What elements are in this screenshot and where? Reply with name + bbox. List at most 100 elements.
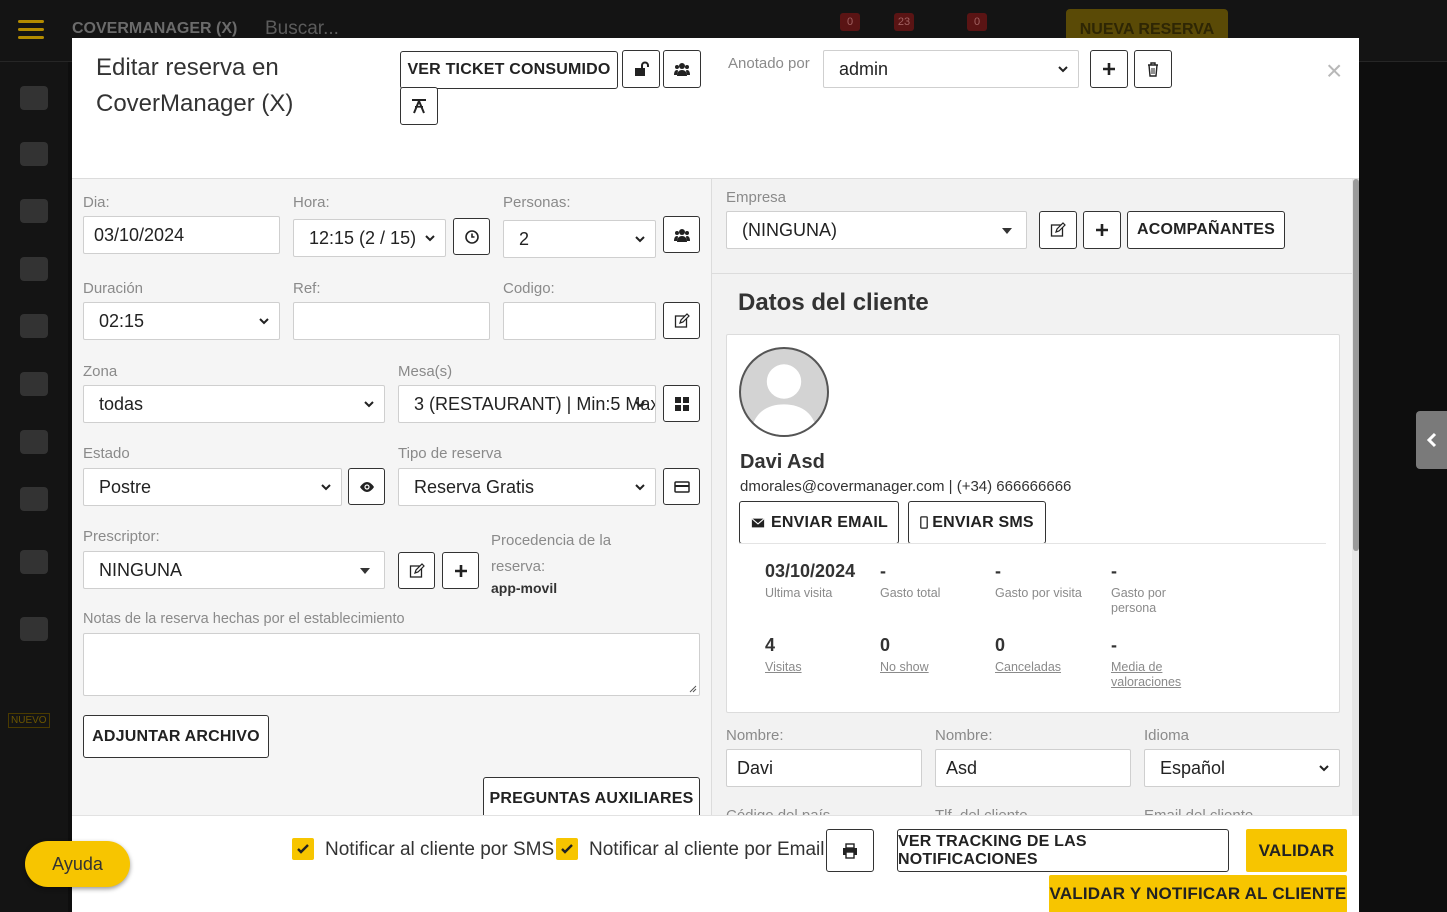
add-company-button[interactable]: [1083, 211, 1121, 249]
auxiliary-questions-button[interactable]: PREGUNTAS AUXILIARES: [483, 777, 700, 820]
hamburger-menu-icon[interactable]: [18, 20, 44, 40]
prescriber-select[interactable]: NINGUNA: [83, 551, 385, 589]
zone-value: todas: [99, 393, 144, 414]
time-picker-button[interactable]: [453, 218, 490, 255]
send-email-button[interactable]: ENVIAR EMAIL: [739, 501, 899, 544]
add-prescriber-button[interactable]: [442, 552, 479, 589]
validate-and-notify-button[interactable]: VALIDAR Y NOTIFICAR AL CLIENTE: [1049, 875, 1347, 912]
notify-sms-checkbox[interactable]: [292, 838, 314, 860]
view-consumed-ticket-button[interactable]: VER TICKET CONSUMIDO: [400, 51, 618, 89]
cloche-icon[interactable]: [20, 430, 48, 454]
delete-annotator-button[interactable]: [1134, 50, 1172, 88]
grid-icon: [674, 396, 689, 411]
table-icon[interactable]: [20, 487, 48, 511]
unlock-button[interactable]: [622, 50, 660, 88]
stat-label: Gasto por persona: [1111, 586, 1166, 615]
stat-label: Gasto por visita: [995, 586, 1082, 600]
credit-card-icon: [673, 480, 690, 493]
cancelled-link[interactable]: Canceladas: [995, 660, 1095, 675]
notify-sms-label[interactable]: Notificar al cliente por SMS: [325, 839, 554, 861]
ratings-link[interactable]: Media de valoraciones: [1111, 660, 1196, 690]
zone-select[interactable]: todas: [83, 385, 385, 423]
gamepad-icon[interactable]: [20, 550, 48, 574]
people-group-button[interactable]: [663, 216, 700, 253]
global-search-input[interactable]: Buscar...: [265, 18, 339, 40]
edit-company-button[interactable]: [1039, 211, 1077, 249]
visits-link[interactable]: Visitas: [765, 660, 865, 675]
companions-button[interactable]: ACOMPAÑANTES: [1127, 211, 1285, 249]
printer-icon: [843, 842, 857, 859]
side-panel-toggle[interactable]: [1416, 411, 1447, 469]
caret-down-icon: [1002, 228, 1012, 234]
duration-select[interactable]: 02:15: [83, 302, 280, 340]
plus-icon: [1096, 224, 1108, 236]
tables-grid-button[interactable]: [663, 385, 700, 422]
edit-prescriber-button[interactable]: [398, 552, 435, 589]
ref-input[interactable]: [293, 302, 490, 340]
print-button[interactable]: [826, 829, 874, 872]
status-label: Estado: [83, 445, 130, 462]
first-name-input[interactable]: Davi: [726, 749, 922, 787]
payment-card-button[interactable]: [663, 468, 700, 505]
company-select[interactable]: (NINGUNA): [726, 211, 1027, 249]
stat-ratings: - Media de valoraciones: [1111, 635, 1196, 690]
scrollbar[interactable]: [1352, 179, 1359, 815]
duration-value: 02:15: [99, 310, 145, 331]
people-select[interactable]: 2: [503, 220, 656, 258]
truck-icon[interactable]: [20, 314, 48, 338]
send-sms-button[interactable]: ENVIAR SMS: [908, 501, 1046, 544]
origin-value: app-movil: [491, 580, 558, 596]
avatar: [739, 347, 829, 437]
chevron-down-icon: [635, 401, 645, 408]
time-select[interactable]: 12:15 (2 / 15): [293, 219, 446, 257]
chevron-down-icon: [364, 401, 374, 408]
notifications-tracking-button[interactable]: VER TRACKING DE LAS NOTIFICACIONES: [897, 829, 1229, 872]
notify-email-label[interactable]: Notificar al cliente por Email: [589, 839, 824, 861]
chevron-left-icon: [1426, 432, 1436, 448]
status-view-button[interactable]: [348, 468, 385, 505]
group-button[interactable]: [663, 50, 701, 88]
chevron-down-icon: [1058, 66, 1068, 73]
booking-type-select[interactable]: Reserva Gratis: [398, 468, 656, 506]
attach-file-button[interactable]: ADJUNTAR ARCHIVO: [83, 715, 269, 758]
new-badge: NUEVO: [8, 713, 50, 728]
validate-button[interactable]: VALIDAR: [1246, 829, 1347, 872]
language-value: Español: [1160, 757, 1226, 778]
company-section: Empresa (NINGUNA) ACOMPAÑANTES: [712, 179, 1359, 274]
status-select[interactable]: Postre: [83, 468, 342, 506]
language-select[interactable]: Español: [1144, 749, 1340, 787]
add-annotator-button[interactable]: [1090, 50, 1128, 88]
envelope-icon: [751, 517, 765, 527]
prescriber-value: NINGUNA: [99, 559, 183, 580]
users-icon: [674, 63, 690, 76]
phone-icon[interactable]: [20, 372, 48, 396]
notify-email-checkbox[interactable]: [556, 838, 578, 860]
no-show-link[interactable]: No show: [880, 660, 980, 675]
gear-icon[interactable]: [20, 199, 48, 223]
close-icon[interactable]: ×: [1326, 56, 1342, 86]
annotated-by-select[interactable]: admin: [823, 50, 1079, 88]
ticket-icon[interactable]: [20, 617, 48, 641]
mobile-icon: [920, 516, 929, 529]
calendar-icon[interactable]: [20, 86, 48, 110]
code-label: Codigo:: [503, 280, 555, 297]
resize-grip-icon[interactable]: [687, 683, 697, 693]
plus-icon: [454, 564, 467, 577]
last-name-input[interactable]: Asd: [935, 749, 1131, 787]
table-icon: [412, 99, 426, 114]
edit-code-button[interactable]: [663, 302, 700, 339]
face-icon[interactable]: [20, 142, 48, 166]
language-label: Idioma: [1144, 727, 1190, 744]
scrollbar-thumb[interactable]: [1353, 179, 1359, 551]
app-name[interactable]: COVERMANAGER (X): [72, 20, 237, 38]
tables-select[interactable]: 3 (RESTAURANT) | Min:5 Max:6: [398, 385, 656, 423]
code-input[interactable]: [503, 302, 656, 340]
table-service-button[interactable]: [400, 87, 438, 125]
help-button[interactable]: Ayuda: [25, 841, 130, 887]
booking-type-value: Reserva Gratis: [414, 476, 535, 497]
chart-icon[interactable]: [20, 257, 48, 281]
notification-badge: 0: [967, 13, 987, 31]
day-input[interactable]: 03/10/2024: [83, 216, 280, 254]
notes-textarea[interactable]: [83, 633, 700, 696]
annotated-by-label: Anotado por: [728, 55, 810, 72]
